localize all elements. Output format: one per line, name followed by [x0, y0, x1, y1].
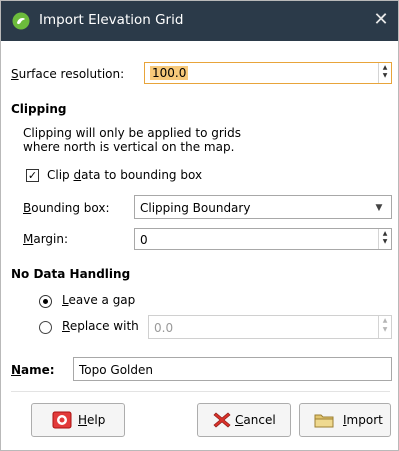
button-separator [11, 391, 390, 392]
help-button[interactable]: Help [31, 403, 125, 437]
cancel-x-icon [212, 411, 232, 429]
cancel-label: Cancel [235, 413, 276, 427]
name-value: Topo Golden [79, 363, 153, 377]
replace-with-radio[interactable] [39, 321, 52, 334]
help-label: Help [78, 413, 106, 427]
no-data-heading: No Data Handling [11, 267, 131, 281]
spin-down-icon[interactable]: ▼ [379, 326, 391, 337]
clipping-heading: Clipping [11, 102, 67, 116]
folder-icon [314, 411, 334, 429]
chevron-down-icon[interactable]: ▼ [373, 202, 385, 214]
bounding-box-value: Clipping Boundary [140, 201, 251, 215]
replace-with-value: 0.0 [154, 321, 174, 335]
margin-stepper[interactable]: ▲ ▼ [378, 229, 391, 249]
bounding-box-select[interactable]: Clipping Boundary ▼ [134, 195, 392, 219]
leave-gap-label[interactable]: Leave a gap [62, 293, 135, 307]
replace-with-label[interactable]: Replace with [62, 319, 139, 333]
spin-down-icon[interactable]: ▼ [379, 238, 391, 248]
dialog-title: Import Elevation Grid [39, 12, 184, 28]
surface-resolution-label: Surface resolution: [11, 67, 125, 81]
clip-data-checkbox[interactable]: ✓ [26, 169, 39, 182]
clipping-note-line1: Clipping will only be applied to grids [23, 126, 241, 140]
surface-resolution-value: 100.0 [150, 66, 189, 80]
leapfrog-app-icon [12, 12, 30, 30]
surface-resolution-stepper[interactable]: ▲ ▼ [378, 63, 391, 83]
name-label: Name: [11, 363, 55, 377]
clipping-note-line2: where north is vertical on the map. [23, 140, 235, 154]
margin-input[interactable]: 0 ▲ ▼ [134, 228, 392, 250]
close-icon[interactable]: ✕ [370, 9, 392, 31]
surface-resolution-input[interactable]: 100.0 ▲ ▼ [144, 62, 392, 84]
bounding-box-label: Bounding box: [23, 201, 110, 215]
margin-label: Margin: [23, 232, 69, 246]
radio-selected-icon [43, 299, 48, 304]
checkmark-icon: ✓ [27, 169, 38, 182]
leave-gap-radio[interactable] [39, 295, 52, 308]
clip-data-label[interactable]: Clip data to bounding box [47, 168, 202, 182]
title-bar[interactable]: Import Elevation Grid ✕ [1, 1, 398, 41]
name-input[interactable]: Topo Golden [73, 357, 392, 381]
cancel-button[interactable]: Cancel [197, 403, 291, 437]
margin-value: 0 [140, 233, 148, 247]
import-label: Import [343, 413, 383, 427]
replace-with-input[interactable]: 0.0 ▲ ▼ [148, 315, 392, 339]
replace-with-stepper[interactable]: ▲ ▼ [378, 316, 391, 338]
import-button[interactable]: Import [299, 403, 391, 437]
import-elevation-grid-dialog: Import Elevation Grid ✕ Surface resoluti… [0, 0, 399, 451]
spin-down-icon[interactable]: ▼ [379, 72, 391, 82]
lifebuoy-icon [52, 411, 72, 429]
